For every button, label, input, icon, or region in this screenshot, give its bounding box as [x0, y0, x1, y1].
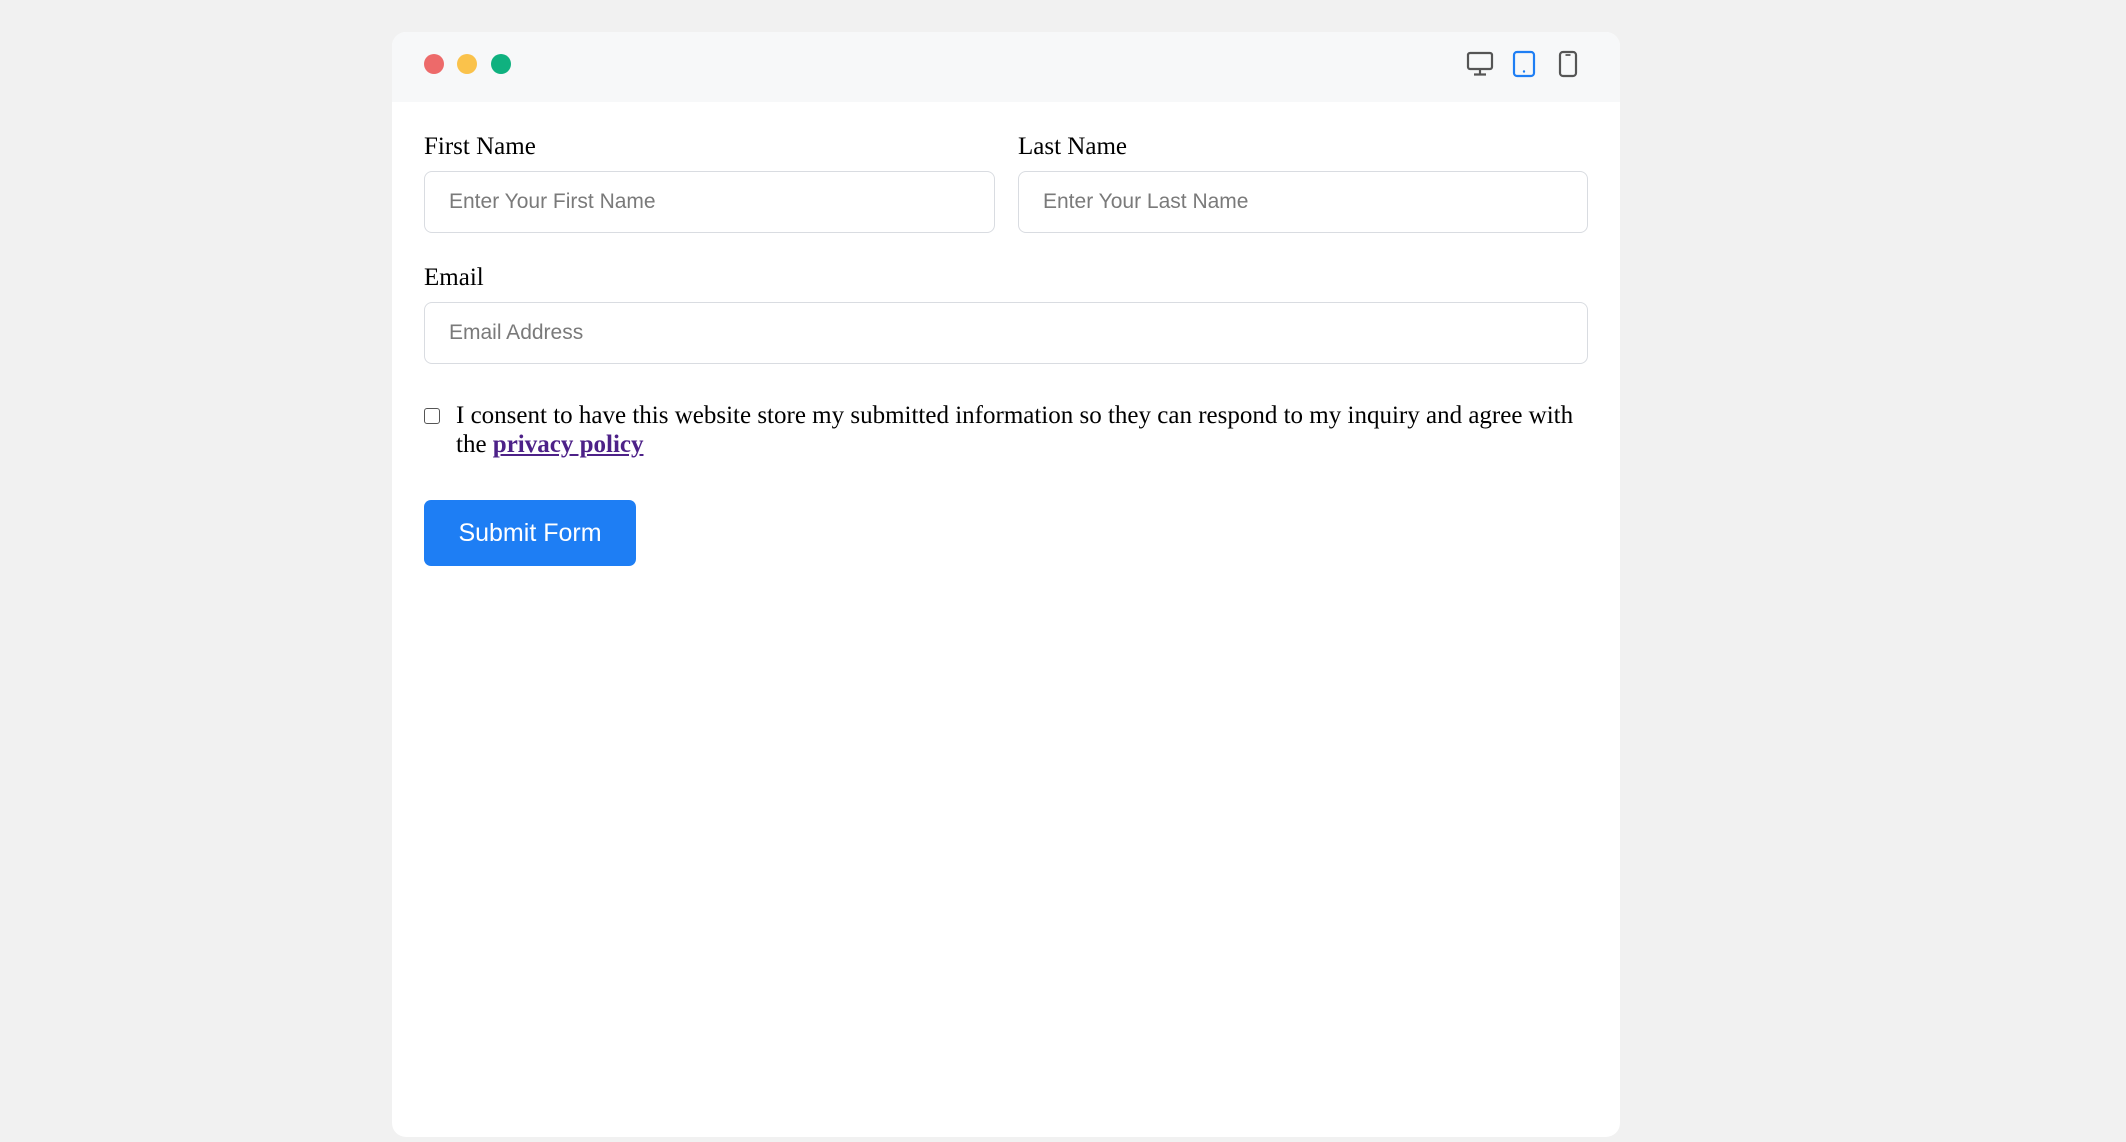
last-name-label: Last Name [1018, 133, 1127, 160]
email-label: Email [424, 264, 484, 291]
email-input[interactable] [424, 302, 1588, 364]
consent-checkbox[interactable] [424, 408, 440, 424]
desktop-icon [1466, 51, 1494, 76]
minimize-window-dot[interactable] [457, 54, 477, 74]
preview-window: First Name Last Name Email I consent to … [392, 32, 1620, 1137]
close-window-dot[interactable] [424, 54, 444, 74]
mobile-view-button[interactable] [1550, 46, 1586, 82]
submit-form-button[interactable]: Submit Form [424, 500, 636, 566]
desktop-view-button[interactable] [1462, 46, 1498, 82]
maximize-window-dot[interactable] [491, 54, 511, 74]
tablet-view-button[interactable] [1506, 46, 1542, 82]
first-name-input[interactable] [424, 171, 995, 233]
privacy-policy-link[interactable]: privacy policy [493, 431, 644, 458]
first-name-label: First Name [424, 133, 536, 160]
tablet-icon [1512, 50, 1536, 78]
last-name-input[interactable] [1018, 171, 1588, 233]
window-titlebar [392, 32, 1620, 102]
mobile-icon [1558, 50, 1578, 78]
consent-text: I consent to have this website store my … [456, 401, 1576, 459]
